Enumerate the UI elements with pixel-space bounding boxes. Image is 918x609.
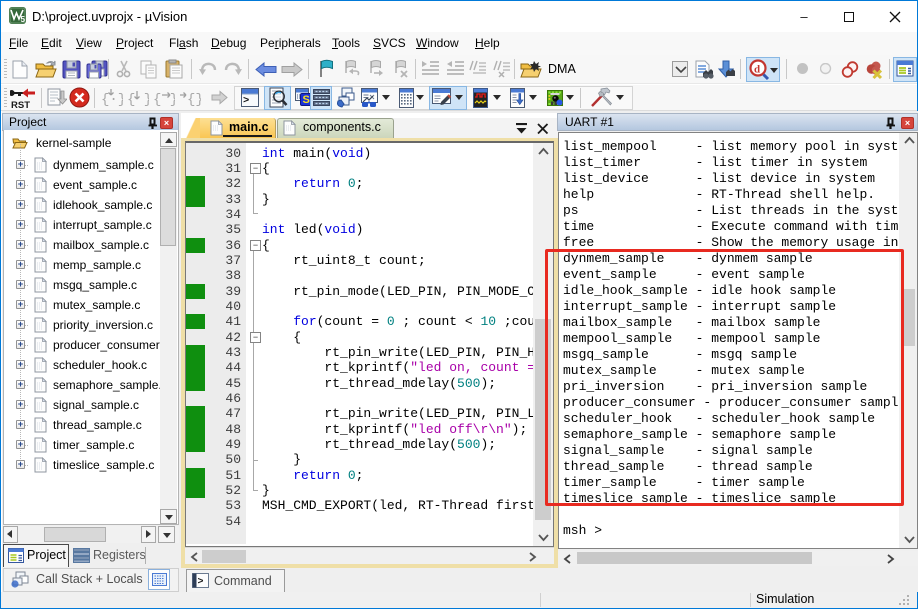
svg-text:>: > [198,577,204,588]
svg-text:RST: RST [11,100,30,109]
svg-text:>: > [243,95,249,107]
svg-text:5: 5 [21,15,26,24]
svg-text:{ }: { } [127,92,149,108]
svg-text:{}: {} [187,92,201,108]
svg-text:S: S [303,94,310,106]
svg-text:d: d [754,64,760,76]
